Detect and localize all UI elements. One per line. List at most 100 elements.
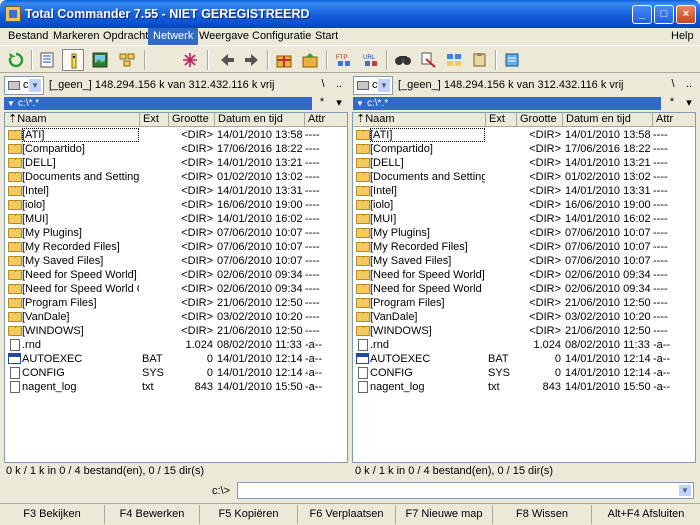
copy-names-icon[interactable] bbox=[469, 49, 491, 71]
multi-rename-icon[interactable] bbox=[418, 49, 440, 71]
right-root-button[interactable]: \ bbox=[666, 78, 680, 90]
folder-row[interactable]: [Documents and Settings] <DIR> 01/02/2010 … bbox=[5, 170, 347, 184]
file-row[interactable]: .rnd 1.024 08/02/2010 11:33 -a-- bbox=[5, 338, 347, 352]
folder-row[interactable]: [My Plugins] <DIR> 07/06/2010 10:07 ---- bbox=[5, 226, 347, 240]
column-date[interactable]: Datum en tijd bbox=[563, 113, 653, 127]
folder-row[interactable]: [Program Files] <DIR> 21/06/2010 12:50 ---- bbox=[353, 296, 695, 310]
column-attr[interactable]: Attr bbox=[305, 113, 347, 127]
folder-row[interactable]: [My Recorded Files] <DIR> 07/06/2010 10:07… bbox=[353, 240, 695, 254]
alt-f4-exit-button[interactable]: Alt+F4 Afsluiten bbox=[592, 505, 700, 524]
left-history-button[interactable]: ▾ bbox=[333, 96, 345, 109]
file-row[interactable]: .rnd 1.024 08/02/2010 11:33 -a-- bbox=[353, 338, 695, 352]
chevron-down-icon[interactable]: ▼ bbox=[377, 78, 391, 93]
left-drive-select[interactable]: c ▼ bbox=[4, 76, 44, 95]
sync-dirs-icon[interactable] bbox=[443, 49, 465, 71]
left-filter-button[interactable]: * bbox=[316, 96, 328, 108]
chevron-down-icon[interactable]: ▼ bbox=[28, 78, 42, 93]
app-icon[interactable] bbox=[5, 6, 21, 22]
right-filter-button[interactable]: * bbox=[666, 96, 678, 108]
folder-row[interactable]: [My Recorded Files] <DIR> 07/06/2010 10:07… bbox=[5, 240, 347, 254]
url-connect-icon[interactable]: URL bbox=[360, 49, 382, 71]
column-attr[interactable]: Attr bbox=[653, 113, 695, 127]
folder-row[interactable]: [Need for Speed World Onl..] <DIR> 02/06/2… bbox=[353, 282, 695, 296]
folder-row[interactable]: [Need for Speed World] <DIR> 02/06/2010 09… bbox=[5, 268, 347, 282]
f5-copy-button[interactable]: F5 Kopiëren bbox=[200, 505, 298, 524]
menu-markeren[interactable]: Markeren bbox=[48, 28, 104, 45]
folder-row[interactable]: [iolo] <DIR> 16/06/2010 19:00 ---- bbox=[5, 198, 347, 212]
folder-row[interactable]: [WINDOWS] <DIR> 21/06/2010 12:50 ---- bbox=[5, 324, 347, 338]
f8-delete-button[interactable]: F8 Wissen bbox=[493, 505, 592, 524]
brief-view-icon[interactable] bbox=[36, 49, 58, 71]
folder-row[interactable]: [My Plugins] <DIR> 07/06/2010 10:07 ---- bbox=[353, 226, 695, 240]
menu-start[interactable]: Start bbox=[310, 28, 343, 45]
pack-icon[interactable] bbox=[273, 49, 295, 71]
f6-move-button[interactable]: F6 Verplaatsen bbox=[298, 505, 396, 524]
right-file-panel[interactable]: ⇡Naam Ext Grootte Datum en tijd Attr [AT… bbox=[352, 112, 696, 463]
folder-row[interactable]: [iolo] <DIR> 16/06/2010 19:00 ---- bbox=[353, 198, 695, 212]
file-row[interactable]: CONFIG SYS 0 14/01/2010 12:14 -a-- bbox=[353, 366, 695, 380]
folder-row[interactable]: [Need for Speed World Onl..] <DIR> 02/06/2… bbox=[5, 282, 347, 296]
command-line-input[interactable]: ▼ bbox=[237, 482, 694, 499]
folder-row[interactable]: [Intel] <DIR> 14/01/2010 13:31 ---- bbox=[353, 184, 695, 198]
full-view-icon[interactable] bbox=[62, 49, 84, 71]
unpack-icon[interactable] bbox=[299, 49, 321, 71]
menu-netwerk[interactable]: Netwerk bbox=[148, 28, 199, 45]
folder-row[interactable]: [Intel] <DIR> 14/01/2010 13:31 ---- bbox=[5, 184, 347, 198]
chevron-down-icon[interactable]: ▼ bbox=[678, 484, 692, 497]
ftp-connect-icon[interactable]: FTP bbox=[333, 49, 355, 71]
folder-row[interactable]: [DELL] <DIR> 14/01/2010 13:21 ---- bbox=[5, 156, 347, 170]
folder-row[interactable]: [VanDale] <DIR> 03/02/2010 10:20 ---- bbox=[353, 310, 695, 324]
column-ext[interactable]: Ext bbox=[140, 113, 169, 127]
column-size[interactable]: Grootte bbox=[169, 113, 215, 127]
title-bar[interactable]: Total Commander 7.55 - NIET GEREGISTREER… bbox=[0, 0, 700, 28]
column-date[interactable]: Datum en tijd bbox=[215, 113, 305, 127]
right-up-button[interactable]: .. bbox=[682, 78, 696, 90]
right-path-bar[interactable]: ▼ c:\*.* bbox=[353, 97, 661, 110]
maximize-button[interactable]: □ bbox=[654, 5, 674, 24]
file-row[interactable]: nagent_log txt 843 14/01/2010 15:50 -a-- bbox=[5, 380, 347, 394]
tree-view-icon[interactable] bbox=[89, 49, 111, 71]
menu-configuratie[interactable]: Configuratie bbox=[247, 28, 316, 45]
menu-bestand[interactable]: Bestand bbox=[3, 28, 53, 45]
forward-icon[interactable] bbox=[241, 49, 263, 71]
left-path-bar[interactable]: ▼ c:\*.* bbox=[4, 97, 312, 110]
folder-row[interactable]: [Compartido] <DIR> 17/06/2016 18:22 ---- bbox=[5, 142, 347, 156]
column-name[interactable]: ⇡Naam bbox=[353, 113, 486, 127]
f3-view-button[interactable]: F3 Bekijken bbox=[0, 505, 105, 524]
sparkle-icon[interactable] bbox=[179, 49, 201, 71]
folder-row[interactable]: [WINDOWS] <DIR> 21/06/2010 12:50 ---- bbox=[353, 324, 695, 338]
folder-row[interactable]: [My Saved Files] <DIR> 07/06/2010 10:07 ---… bbox=[353, 254, 695, 268]
folder-row[interactable]: [Compartido] <DIR> 17/06/2016 18:22 ---- bbox=[353, 142, 695, 156]
find-files-icon[interactable] bbox=[392, 49, 414, 71]
menu-help[interactable]: Help bbox=[666, 28, 699, 45]
minimize-button[interactable]: _ bbox=[632, 5, 652, 24]
folder-row[interactable]: [ATI] <DIR> 14/01/2010 13:58 ---- bbox=[5, 128, 347, 142]
folder-row[interactable]: [MUI] <DIR> 14/01/2010 16:02 ---- bbox=[5, 212, 347, 226]
column-size[interactable]: Grootte bbox=[517, 113, 563, 127]
file-row[interactable]: AUTOEXEC BAT 0 14/01/2010 12:14 -a-- bbox=[353, 352, 695, 366]
right-drive-select[interactable]: c ▼ bbox=[353, 76, 393, 95]
close-button[interactable]: × bbox=[676, 5, 696, 24]
file-row[interactable]: nagent_log txt 843 14/01/2010 15:50 -a-- bbox=[353, 380, 695, 394]
folder-row[interactable]: [VanDale] <DIR> 03/02/2010 10:20 ---- bbox=[5, 310, 347, 324]
folder-row[interactable]: [My Saved Files] <DIR> 07/06/2010 10:07 ---… bbox=[5, 254, 347, 268]
left-up-button[interactable]: .. bbox=[332, 78, 346, 90]
column-ext[interactable]: Ext bbox=[486, 113, 517, 127]
left-file-panel[interactable]: ⇡Naam Ext Grootte Datum en tijd Attr [AT… bbox=[4, 112, 348, 463]
folder-row[interactable]: [DELL] <DIR> 14/01/2010 13:21 ---- bbox=[353, 156, 695, 170]
f7-new-folder-button[interactable]: F7 Nieuwe map bbox=[396, 505, 493, 524]
folder-row[interactable]: [Need for Speed World] <DIR> 02/06/2010 09… bbox=[353, 268, 695, 282]
right-history-button[interactable]: ▾ bbox=[683, 96, 695, 109]
left-root-button[interactable]: \ bbox=[316, 78, 330, 90]
f4-edit-button[interactable]: F4 Bewerken bbox=[105, 505, 200, 524]
folder-row[interactable]: [MUI] <DIR> 14/01/2010 16:02 ---- bbox=[353, 212, 695, 226]
refresh-icon[interactable] bbox=[5, 49, 27, 71]
file-row[interactable]: CONFIG SYS 0 14/01/2010 12:14 -a-- bbox=[5, 366, 347, 380]
folder-row[interactable]: [ATI] <DIR> 14/01/2010 13:58 ---- bbox=[353, 128, 695, 142]
menu-opdracht[interactable]: Opdracht bbox=[98, 28, 153, 45]
folder-row[interactable]: [Program Files] <DIR> 21/06/2010 12:50 ---- bbox=[5, 296, 347, 310]
notepad-icon[interactable] bbox=[501, 49, 523, 71]
menu-weergave[interactable]: Weergave bbox=[194, 28, 254, 45]
column-name[interactable]: ⇡Naam bbox=[5, 113, 140, 127]
file-row[interactable]: AUTOEXEC BAT 0 14/01/2010 12:14 -a-- bbox=[5, 352, 347, 366]
